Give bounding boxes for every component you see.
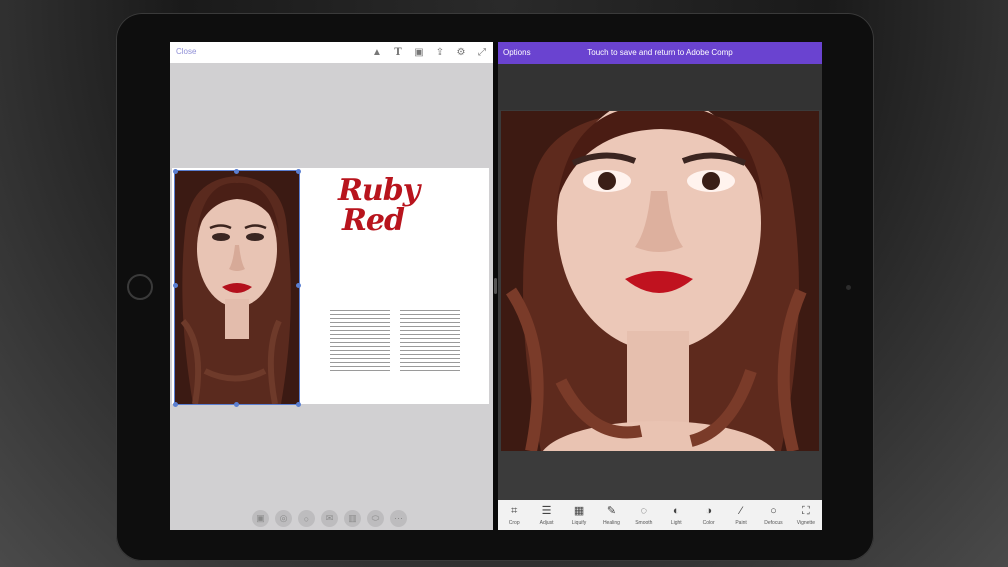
layout-title-line2: Red [342, 203, 405, 238]
portrait-small-image [175, 171, 299, 404]
selection-handle[interactable] [173, 283, 178, 288]
screen: Close ▲ T ▣ ⇪ ⚙ ⤢ Ruby Red ▣ ◎ ○ ✉ ▥ ⬭ ⋯… [170, 42, 822, 530]
comp-toolbar: Close ▲ T ▣ ⇪ ⚙ ⤢ [170, 42, 493, 63]
tool-healing[interactable]: ✎ Healing [595, 500, 627, 530]
vignette-icon: ⛶ [802, 504, 810, 517]
tool-smooth[interactable]: ◌ Smooth [628, 500, 660, 530]
tool-label: Paint [735, 519, 747, 526]
selection-handle[interactable] [234, 402, 239, 407]
circle-icon[interactable]: ◎ [275, 510, 292, 527]
expand-icon[interactable]: ⤢ [475, 45, 489, 59]
selection-handle[interactable] [173, 402, 178, 407]
tool-paint[interactable]: ⁄ Paint [725, 500, 757, 530]
half-circle-icon: ◐ [672, 504, 680, 517]
tool-vignette[interactable]: ⛶ Vignette [790, 500, 822, 530]
split-view-handle[interactable] [494, 278, 497, 294]
portrait-large-image [501, 111, 819, 451]
text-column-placeholder[interactable] [330, 310, 390, 374]
tool-liquify[interactable]: ▦ Liquify [563, 500, 595, 530]
comp-bottom-toolbar: ▣ ◎ ○ ✉ ▥ ⬭ ⋯ [252, 510, 407, 527]
bandage-icon: ✎ [606, 504, 617, 517]
layout-title[interactable]: Ruby Red [338, 176, 438, 236]
tool-label: Crop [508, 519, 520, 526]
crop-icon: ⌗ [511, 504, 518, 517]
sliders-icon: ☰ [541, 504, 552, 517]
comp-pane: Close ▲ T ▣ ⇪ ⚙ ⤢ Ruby Red ▣ ◎ ○ ✉ ▥ ⬭ ⋯ [170, 42, 493, 530]
home-button[interactable] [127, 274, 153, 300]
tool-defocus[interactable]: ○ Defocus [757, 500, 789, 530]
fix-subheader [498, 64, 822, 110]
tool-color[interactable]: ◑ Color [692, 500, 724, 530]
tool-label: Liquify [571, 519, 587, 526]
selection-handle[interactable] [234, 169, 239, 174]
more-icon[interactable]: ⋯ [390, 510, 407, 527]
shape-icon[interactable]: ⬭ [367, 510, 384, 527]
text-column-placeholder[interactable] [400, 310, 460, 374]
camera [846, 285, 851, 290]
selection-handle[interactable] [296, 169, 301, 174]
selection-handle[interactable] [296, 283, 301, 288]
shapes-icon[interactable]: ▲ [370, 45, 384, 59]
trash-icon[interactable]: ▥ [344, 510, 361, 527]
tool-label: Light [670, 519, 682, 526]
settings-icon[interactable]: ⚙ [454, 45, 468, 59]
close-button[interactable]: Close [176, 47, 196, 56]
layout-photo[interactable] [174, 170, 300, 405]
tool-adjust[interactable]: ☰ Adjust [530, 500, 562, 530]
image-icon[interactable]: ▣ [252, 510, 269, 527]
tool-light[interactable]: ◐ Light [660, 500, 692, 530]
comp-toolbar-icons: ▲ T ▣ ⇪ ⚙ ⤢ [370, 45, 489, 59]
fix-pane: Options Touch to save and return to Adob… [498, 42, 822, 530]
editing-photo[interactable] [501, 111, 819, 451]
tool-label: Adjust [539, 519, 554, 526]
grid-icon: ▦ [573, 504, 585, 517]
circle-icon[interactable]: ○ [298, 510, 315, 527]
tool-crop[interactable]: ⌗ Crop [498, 500, 530, 530]
fix-tool-bar: ⌗ Crop ☰ Adjust ▦ Liquify ✎ Healing ◌ Sm… [498, 500, 822, 530]
image-icon[interactable]: ▣ [412, 45, 426, 59]
contrast-icon: ◑ [705, 504, 712, 517]
tool-label: Vignette [796, 519, 815, 526]
mail-icon[interactable]: ✉ [321, 510, 338, 527]
tool-label: Smooth [635, 519, 653, 526]
share-icon[interactable]: ⇪ [433, 45, 447, 59]
tool-label: Defocus [764, 519, 783, 526]
fix-header: Options Touch to save and return to Adob… [498, 42, 822, 64]
selection-handle[interactable] [173, 169, 178, 174]
text-icon[interactable]: T [391, 45, 405, 59]
drop-icon: ◌ [640, 504, 648, 517]
save-return-banner[interactable]: Touch to save and return to Adobe Comp [498, 48, 822, 57]
tool-label: Healing [602, 519, 620, 526]
circle-icon: ○ [770, 504, 777, 517]
tool-label: Color [702, 519, 715, 526]
brush-icon: ⁄ [740, 504, 742, 517]
selection-handle[interactable] [296, 402, 301, 407]
